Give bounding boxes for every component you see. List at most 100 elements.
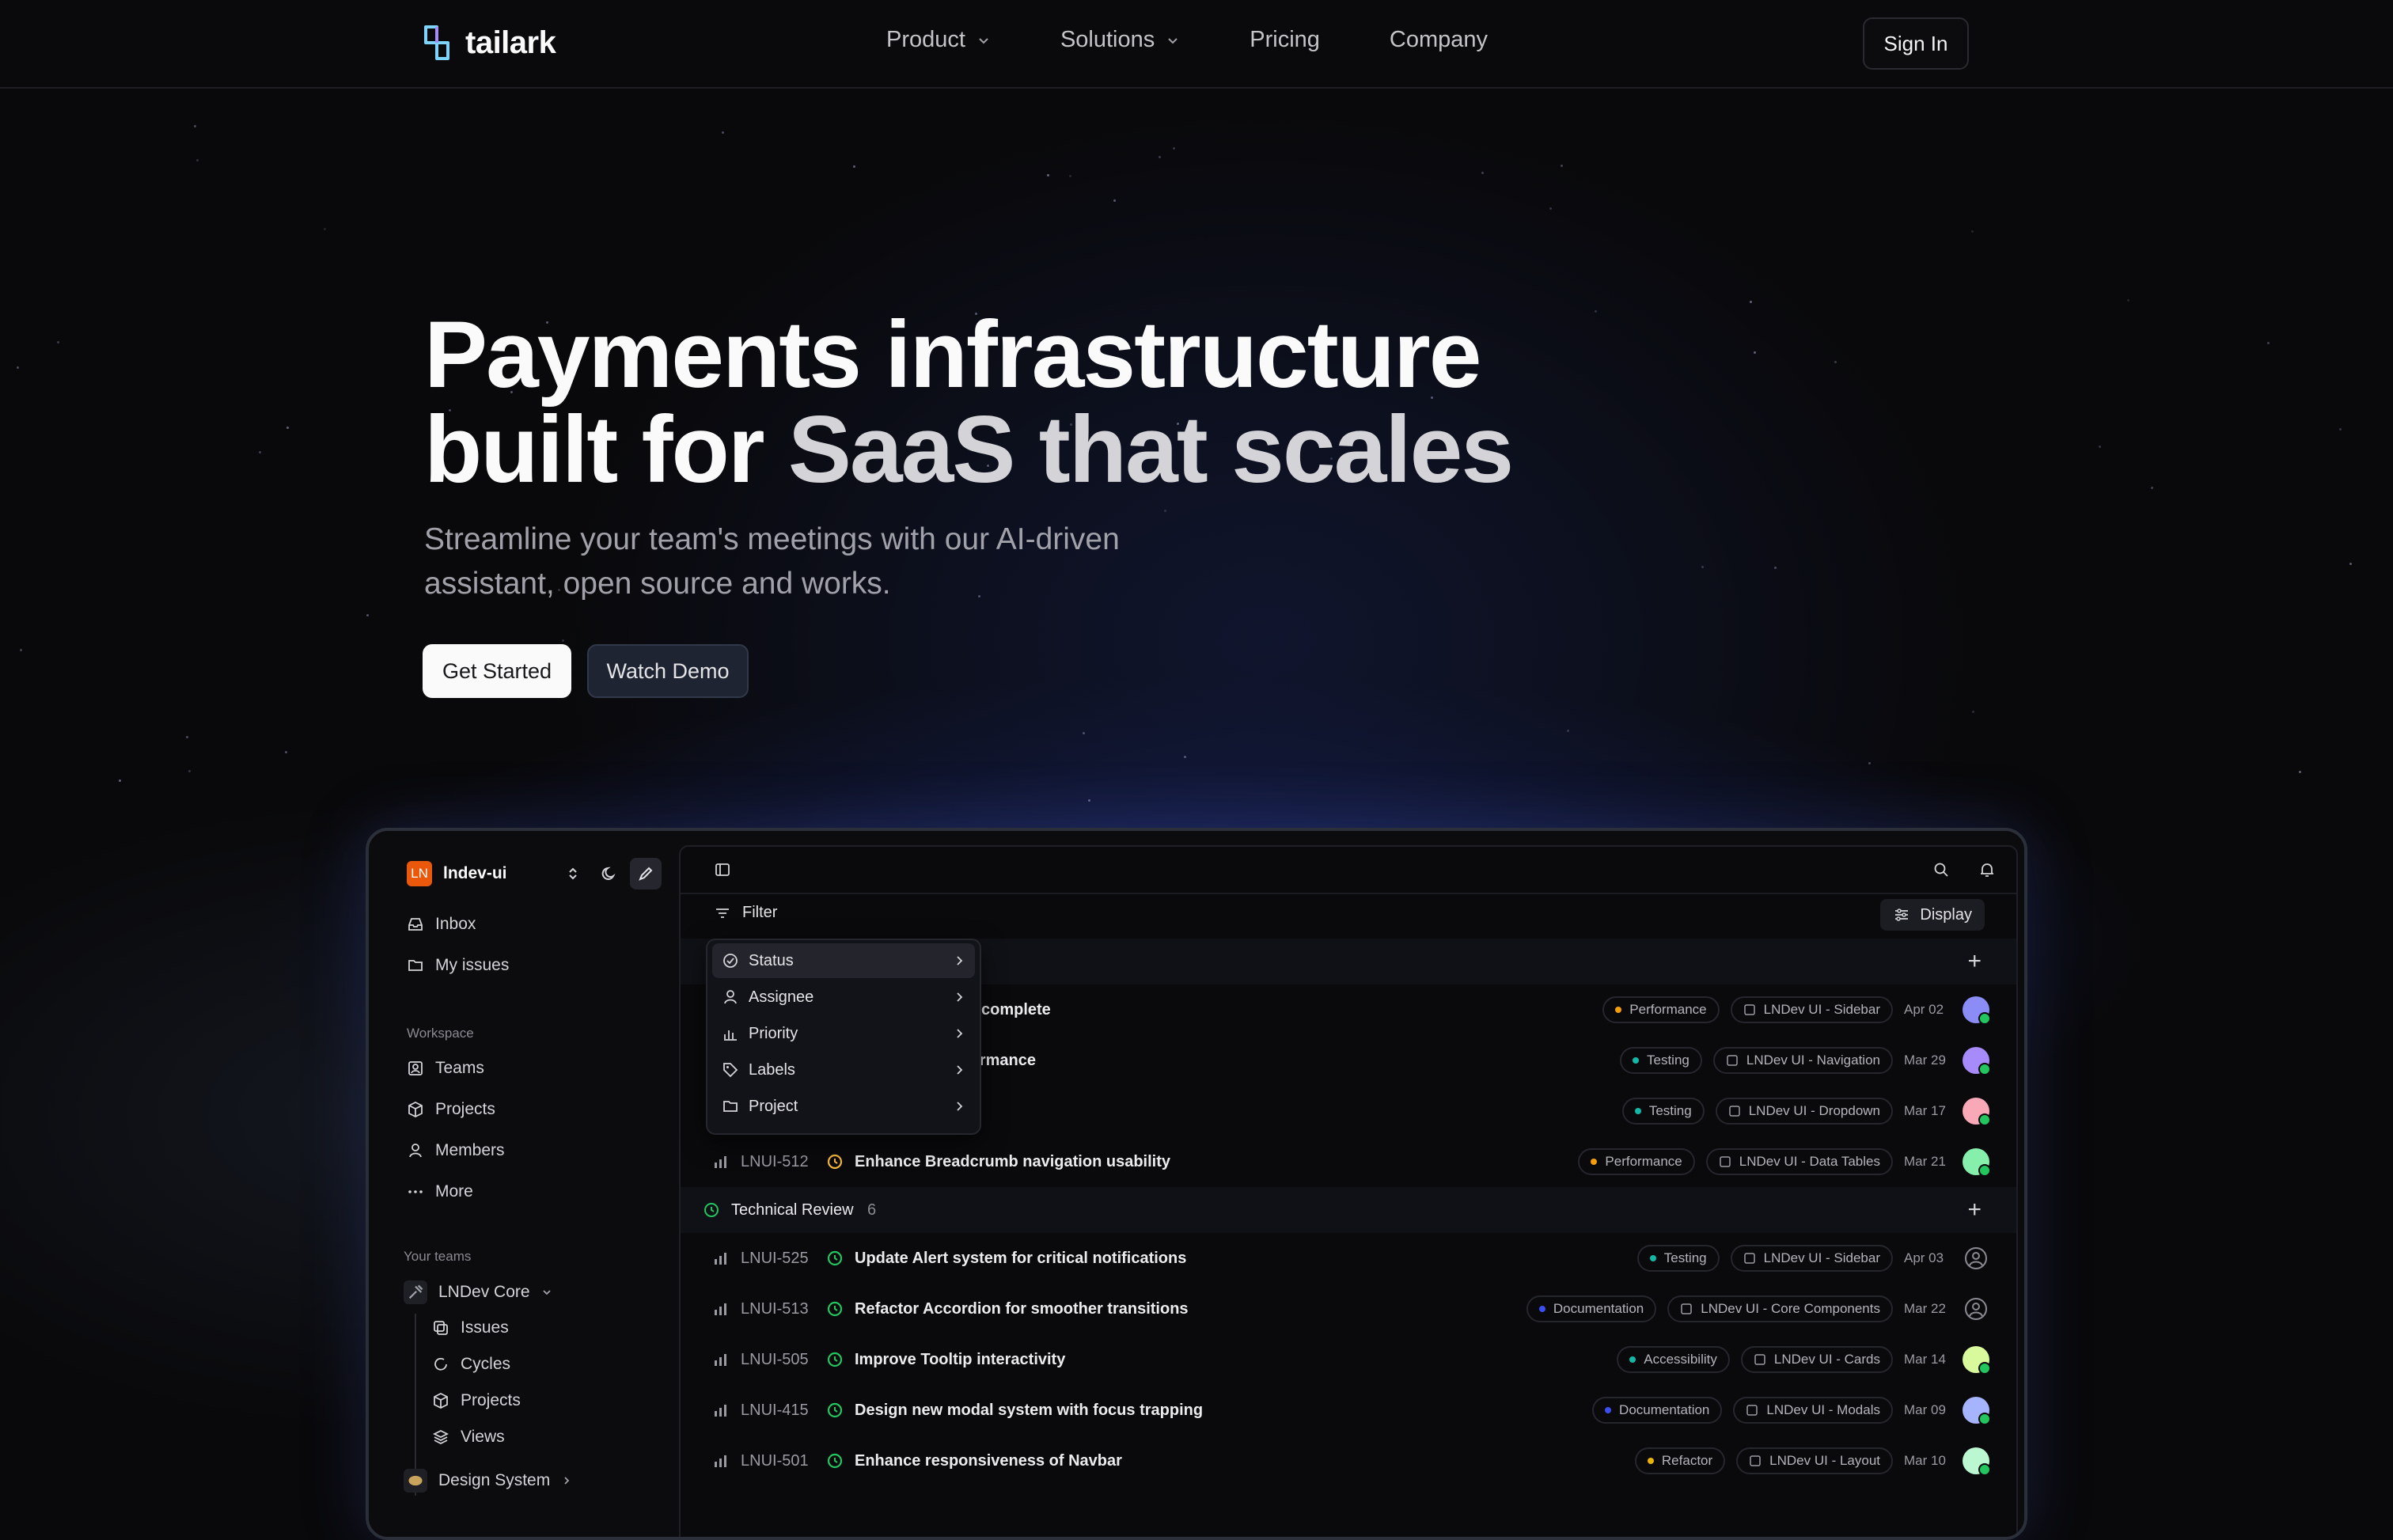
filter-button[interactable]: Filter [714, 904, 777, 922]
label-chip[interactable]: Documentation [1526, 1295, 1657, 1322]
project-chip[interactable]: LNDev UI - Data Tables [1705, 1148, 1893, 1175]
star [1069, 175, 1071, 177]
label-chip[interactable]: Performance [1578, 1148, 1695, 1175]
sidebar-item-teams[interactable]: Teams [407, 1059, 484, 1078]
inbox-icon [408, 918, 423, 931]
top-navbar: tailark Product Solutions Pricing Compan… [0, 0, 2393, 89]
assignee-avatar[interactable] [1963, 1098, 1991, 1126]
label-chip[interactable]: Performance [1602, 996, 1720, 1023]
nav-company[interactable]: Company [1390, 27, 1488, 53]
sidebar-item-inbox[interactable]: Inbox [407, 915, 476, 934]
nav-solutions[interactable]: Solutions [1060, 27, 1180, 53]
label-chip[interactable]: Testing [1620, 1047, 1702, 1074]
sign-in-button[interactable]: Sign In [1863, 17, 1969, 70]
team-item-label: Views [461, 1428, 505, 1446]
assignee-avatar[interactable] [1963, 1346, 1991, 1375]
star [285, 751, 287, 753]
star [1549, 207, 1552, 210]
nav-pricing[interactable]: Pricing [1250, 27, 1320, 53]
unassigned-avatar-icon[interactable] [1963, 1245, 1989, 1272]
label-chip[interactable]: Testing [1636, 1245, 1720, 1272]
filter-menu-labels[interactable]: Labels [712, 1053, 975, 1087]
assignee-avatar[interactable] [1963, 1447, 1991, 1476]
issue-meta: Performance LNDev UI - Sidebar Apr 02 [1602, 996, 1991, 1025]
project-chip[interactable]: LNDev UI - Layout [1736, 1447, 1893, 1474]
filter-menu-status[interactable]: Status [712, 943, 975, 978]
add-issue-plus-icon[interactable]: + [1967, 948, 1982, 975]
sidebar-item-label: Members [435, 1141, 505, 1159]
chevrons-updown-icon[interactable] [557, 858, 589, 889]
group-name: Technical Review [731, 1201, 854, 1219]
nav-product[interactable]: Product [886, 27, 991, 53]
workspace-switcher[interactable]: LN lndev-ui [407, 861, 507, 886]
your-teams-section-label: Your teams [404, 1249, 472, 1264]
star [2267, 342, 2270, 344]
team-item-cycles[interactable]: Cycles [432, 1355, 510, 1374]
search-icon[interactable] [1928, 856, 1955, 883]
label-chip[interactable]: Accessibility [1617, 1346, 1730, 1373]
issue-row[interactable]: LNUI-525 Update Alert system for critical… [681, 1233, 2016, 1284]
chevron-right-icon [957, 1102, 963, 1111]
project-icon [1728, 1106, 1740, 1117]
sidebar-item-my-issues[interactable]: My issues [407, 956, 509, 975]
assignee-avatar[interactable] [1963, 1148, 1991, 1177]
assignee-avatar[interactable] [1963, 1397, 1991, 1425]
sidebar-item-members[interactable]: Members [407, 1141, 505, 1160]
star [1754, 351, 1756, 354]
brand-logo[interactable]: tailark [423, 24, 556, 62]
priority-bars-icon [715, 1156, 726, 1168]
project-text: LNDev UI - Cards [1773, 1352, 1880, 1367]
project-chip[interactable]: LNDev UI - Navigation [1712, 1047, 1893, 1074]
online-indicator [1978, 1012, 1991, 1025]
issue-id: LNUI-505 [741, 1350, 809, 1368]
get-started-button[interactable]: Get Started [423, 644, 571, 698]
team-item-views[interactable]: Views [432, 1428, 505, 1447]
filter-menu-assignee[interactable]: Assignee [712, 980, 975, 1015]
sidebar-toggle-icon[interactable] [709, 856, 736, 883]
add-issue-plus-icon[interactable]: + [1967, 1197, 1982, 1223]
group-count: 6 [867, 1201, 877, 1219]
project-chip[interactable]: LNDev UI - Modals [1733, 1397, 1893, 1424]
sidebar-item-more[interactable]: More [407, 1182, 473, 1201]
project-chip[interactable]: LNDev UI - Cards [1740, 1346, 1893, 1373]
sidebar-item-projects[interactable]: Projects [407, 1100, 495, 1119]
label-chip[interactable]: Testing [1621, 1098, 1705, 1125]
user-icon [409, 1144, 422, 1158]
bell-icon[interactable] [1974, 856, 2000, 883]
issue-row[interactable]: LNUI-513 Refactor Accordion for smoother … [681, 1284, 2016, 1334]
assignee-avatar[interactable] [1963, 1047, 1991, 1075]
display-button[interactable]: Display [1880, 899, 1985, 931]
team-design-system[interactable]: Design System [404, 1469, 572, 1493]
project-chip[interactable]: LNDev UI - Sidebar [1730, 996, 1893, 1023]
filter-menu-project[interactable]: Project [712, 1089, 975, 1124]
workspace-name: lndev-ui [443, 864, 507, 882]
issue-row[interactable]: LNUI-512 Enhance Breadcrumb navigation us… [681, 1136, 2016, 1187]
filter-menu-priority[interactable]: Priority [712, 1016, 975, 1051]
issue-row[interactable]: LNUI-505 Improve Tooltip interactivity Acc… [681, 1334, 2016, 1385]
label-text: Testing [1647, 1053, 1690, 1068]
label-chip[interactable]: Refactor [1634, 1447, 1726, 1474]
project-chip[interactable]: LNDev UI - Core Components [1667, 1295, 1893, 1322]
sidebar-item-label: Projects [435, 1100, 495, 1118]
unassigned-avatar-icon[interactable] [1963, 1295, 1989, 1322]
compose-icon[interactable] [630, 858, 662, 889]
team-item-projects[interactable]: Projects [432, 1391, 521, 1410]
team-item-issues[interactable]: Issues [432, 1318, 509, 1337]
star [2151, 487, 2153, 489]
team-lndev-core[interactable]: LNDev Core [404, 1280, 552, 1304]
assignee-avatar[interactable] [1963, 996, 1991, 1025]
moon-icon[interactable] [594, 858, 625, 889]
label-chip[interactable]: Documentation [1592, 1397, 1723, 1424]
label-dot [1649, 1255, 1656, 1261]
cycle-icon [434, 1357, 447, 1371]
project-chip[interactable]: LNDev UI - Dropdown [1715, 1098, 1893, 1125]
issue-row[interactable]: LNUI-501 Enhance responsiveness of Navbar… [681, 1436, 2016, 1486]
issue-id: LNUI-525 [741, 1249, 809, 1267]
team-name: LNDev Core [438, 1283, 530, 1301]
watch-demo-button[interactable]: Watch Demo [587, 644, 749, 698]
copy-icon [434, 1321, 448, 1335]
online-indicator [1978, 1413, 1991, 1425]
project-chip[interactable]: LNDev UI - Sidebar [1730, 1245, 1893, 1272]
issue-row[interactable]: LNUI-415 Design new modal system with foc… [681, 1385, 2016, 1436]
star [853, 165, 855, 168]
